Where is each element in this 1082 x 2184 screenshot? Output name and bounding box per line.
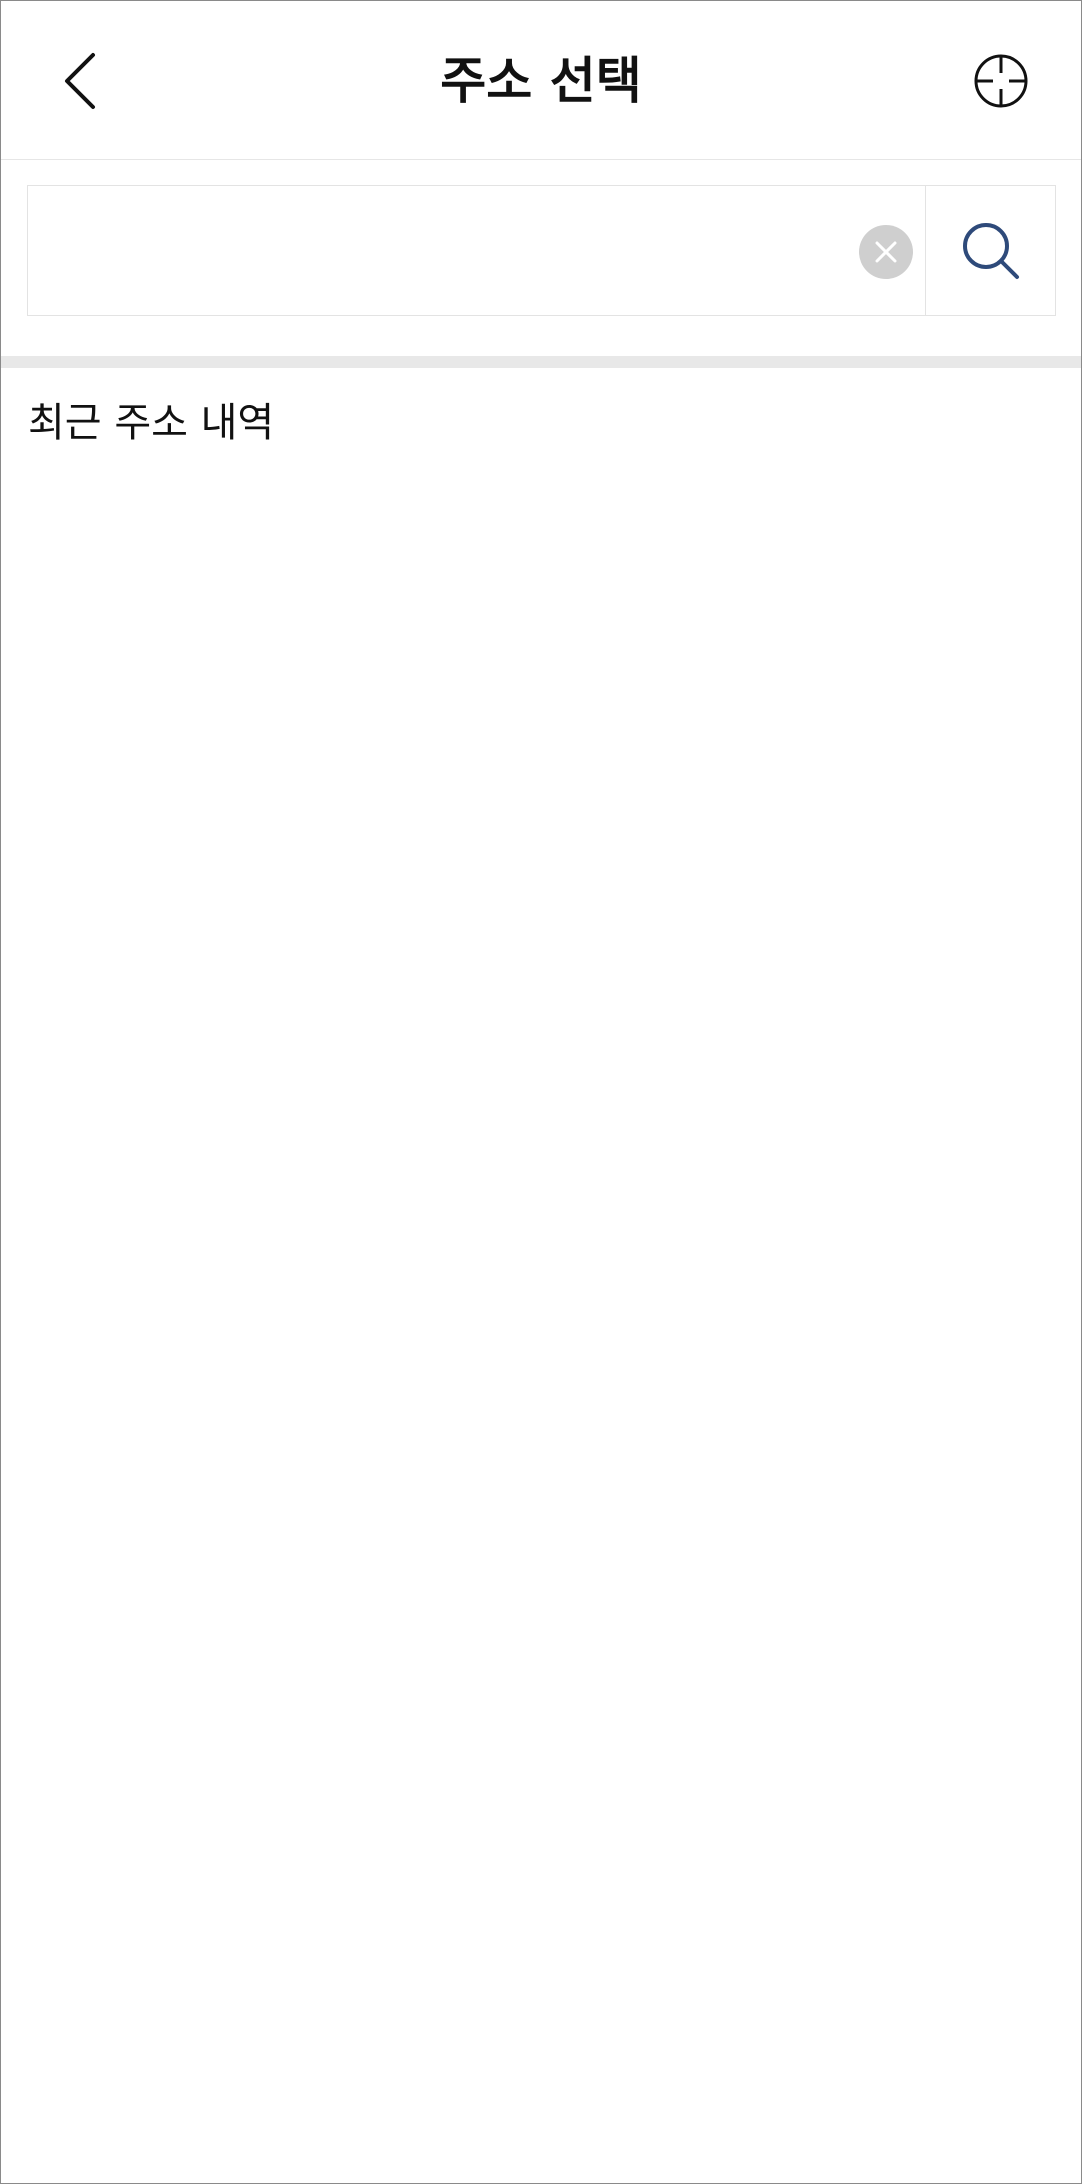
current-location-button[interactable] — [961, 41, 1041, 121]
section-divider — [1, 356, 1081, 368]
close-icon — [875, 241, 897, 263]
crosshair-icon — [974, 54, 1028, 108]
header-bar: 주소 선택 — [1, 1, 1081, 160]
page-title: 주소 선택 — [440, 52, 642, 110]
address-select-screen: 주소 선택 최근 주소 내역 — [0, 0, 1082, 2184]
clear-search-button[interactable] — [859, 225, 913, 279]
recent-address-list — [1, 471, 1081, 2171]
recent-address-title: 최근 주소 내역 — [28, 400, 275, 446]
search-button[interactable] — [925, 186, 1055, 315]
back-button[interactable] — [41, 41, 121, 121]
address-search-input[interactable] — [28, 186, 925, 315]
search-icon — [962, 222, 1019, 279]
address-search-bar — [27, 185, 1056, 316]
search-field-wrap — [28, 186, 925, 315]
chevron-left-icon — [65, 53, 95, 109]
